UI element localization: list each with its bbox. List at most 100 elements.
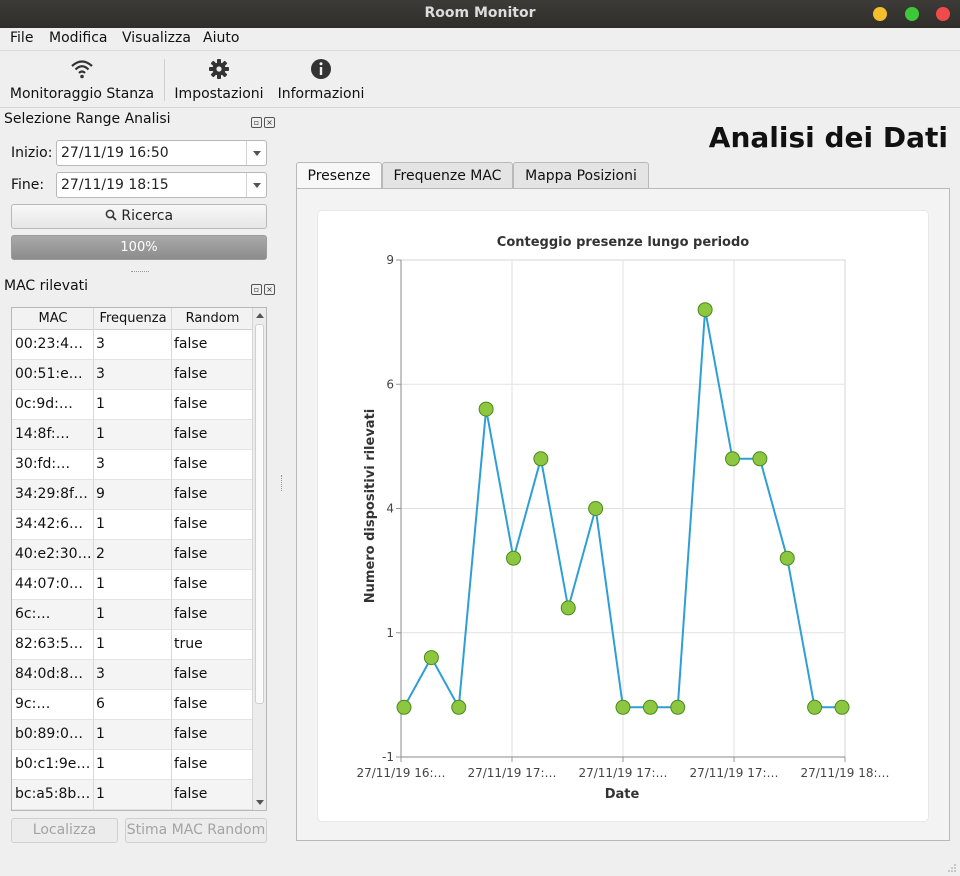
frequency-cell: 6 bbox=[96, 696, 105, 712]
table-row[interactable]: b0:c1:9e… 1 false bbox=[12, 750, 253, 780]
random-cell: false bbox=[174, 696, 208, 712]
random-cell: false bbox=[174, 456, 208, 472]
mac-cell: b0:89:0… bbox=[15, 726, 83, 742]
mac-cell: 14:8f:… bbox=[15, 426, 70, 442]
tab-frequenze-mac[interactable]: Frequenze MAC bbox=[382, 162, 513, 189]
search-label: Ricerca bbox=[121, 208, 174, 224]
table-row[interactable]: 14:8f:… 1 false bbox=[12, 420, 253, 450]
data-point bbox=[642, 699, 658, 715]
search-button[interactable]: Ricerca bbox=[11, 204, 267, 229]
float-panel-icon[interactable]: ▫ bbox=[251, 117, 262, 128]
x-tick-label: 27/11/19 17:… bbox=[578, 766, 667, 780]
menu-aiuto[interactable]: Aiuto bbox=[203, 30, 239, 46]
table-row[interactable]: 44:07:0… 1 false bbox=[12, 570, 253, 600]
table-row[interactable]: 00:51:e… 3 false bbox=[12, 360, 253, 390]
mac-cell: 30:fd:… bbox=[15, 456, 71, 472]
mac-panel-controls: ▫ × bbox=[251, 280, 277, 295]
close-panel-icon[interactable]: × bbox=[264, 284, 275, 295]
table-row[interactable]: 00:23:4… 3 false bbox=[12, 330, 253, 360]
table-row[interactable]: b0:89:0… 1 false bbox=[12, 720, 253, 750]
settings-button[interactable]: Impostazioni bbox=[172, 51, 266, 107]
table-row[interactable]: 82:63:5… 1 true bbox=[12, 630, 253, 660]
maximize-button[interactable] bbox=[905, 7, 919, 21]
mac-table: MAC Frequenza Random 00:23:4… 3 false 00:51… bbox=[11, 307, 267, 811]
mac-cell: 82:63:5… bbox=[15, 636, 83, 652]
window-title: Room Monitor bbox=[424, 5, 536, 21]
x-tick-label: 27/11/19 17:… bbox=[689, 766, 778, 780]
chevron-down-icon[interactable] bbox=[246, 173, 266, 197]
column-header-mac[interactable]: MAC bbox=[12, 311, 94, 326]
close-button[interactable] bbox=[936, 7, 950, 21]
data-point bbox=[506, 550, 521, 566]
table-row[interactable]: 84:0d:8… 3 false bbox=[12, 660, 253, 690]
start-datetime-field[interactable]: 27/11/19 16:50 bbox=[56, 140, 267, 166]
frequency-cell: 1 bbox=[96, 606, 105, 622]
table-row[interactable]: 34:42:6… 1 false bbox=[12, 510, 253, 540]
estimate-random-mac-button[interactable]: Stima MAC Random bbox=[125, 818, 267, 843]
mac-cell: 00:51:e… bbox=[15, 366, 83, 382]
random-cell: false bbox=[174, 786, 208, 802]
float-panel-icon[interactable]: ▫ bbox=[251, 284, 262, 295]
gear-icon bbox=[209, 59, 229, 79]
menu-visualizza[interactable]: Visualizza bbox=[122, 30, 191, 46]
random-cell: false bbox=[174, 396, 208, 412]
table-row[interactable]: 34:29:8f… 9 false bbox=[12, 480, 253, 510]
toolbar-separator bbox=[164, 59, 165, 101]
frequency-cell: 1 bbox=[96, 576, 105, 592]
data-point bbox=[697, 302, 713, 318]
mac-cell: 34:42:6… bbox=[15, 516, 83, 532]
scroll-down-icon[interactable] bbox=[256, 800, 264, 805]
column-header-frequency[interactable]: Frequenza bbox=[94, 311, 172, 326]
splitter-handle[interactable] bbox=[131, 271, 149, 274]
x-tick-label: 27/11/19 16:… bbox=[356, 766, 445, 780]
mac-cell: 0c:9d:… bbox=[15, 396, 73, 412]
start-datetime-value: 27/11/19 16:50 bbox=[61, 145, 169, 161]
start-label: Inizio: bbox=[11, 145, 53, 161]
y-tick-label: 6 bbox=[386, 377, 394, 391]
monitor-room-button[interactable]: Monitoraggio Stanza bbox=[6, 51, 158, 107]
mac-cell: bc:a5:8b… bbox=[15, 786, 91, 802]
close-panel-icon[interactable]: × bbox=[264, 117, 275, 128]
random-cell: false bbox=[174, 756, 208, 772]
column-header-random[interactable]: Random bbox=[172, 311, 253, 326]
frequency-cell: 3 bbox=[96, 456, 105, 472]
wifi-icon bbox=[71, 60, 93, 79]
search-icon bbox=[105, 209, 117, 221]
table-row[interactable]: bc:a5:8b… 1 false bbox=[12, 780, 253, 810]
info-button[interactable]: Informazioni bbox=[274, 51, 368, 107]
end-datetime-value: 27/11/19 18:15 bbox=[61, 177, 169, 193]
table-row[interactable]: 0c:9d:… 1 false bbox=[12, 390, 253, 420]
table-row[interactable]: 9c:… 6 false bbox=[12, 690, 253, 720]
menu-file[interactable]: File bbox=[10, 30, 33, 46]
scroll-up-icon[interactable] bbox=[256, 313, 264, 318]
minimize-button[interactable] bbox=[873, 7, 887, 21]
table-row[interactable]: 30:fd:… 3 false bbox=[12, 450, 253, 480]
monitor-room-label: Monitoraggio Stanza bbox=[9, 86, 155, 102]
tab-mappa-posizioni[interactable]: Mappa Posizioni bbox=[513, 162, 649, 189]
presence-line-chart: Conteggio presenze lungo periodo Date Nu… bbox=[356, 235, 889, 802]
chart-title: Conteggio presenze lungo periodo bbox=[497, 235, 749, 250]
frequency-cell: 3 bbox=[96, 666, 105, 682]
column-divider bbox=[93, 308, 94, 810]
splitter-handle[interactable] bbox=[281, 475, 283, 491]
table-row[interactable]: 6c:… 1 false bbox=[12, 600, 253, 630]
random-cell: false bbox=[174, 336, 208, 352]
mac-cell: 6c:… bbox=[15, 606, 51, 622]
resize-grip-icon[interactable] bbox=[947, 863, 957, 873]
menu-bar: File Modifica Visualizza Aiuto bbox=[0, 28, 960, 50]
y-tick-label: 4 bbox=[386, 502, 394, 516]
settings-label: Impostazioni bbox=[174, 86, 264, 102]
end-datetime-field[interactable]: 27/11/19 18:15 bbox=[56, 172, 267, 198]
chevron-down-icon[interactable] bbox=[246, 141, 266, 165]
table-row[interactable]: 40:e2:30… 2 false bbox=[12, 540, 253, 570]
menu-modifica[interactable]: Modifica bbox=[49, 30, 108, 46]
localize-button[interactable]: Localizza bbox=[11, 818, 118, 843]
scrollbar-thumb[interactable] bbox=[255, 324, 264, 704]
mac-table-body: 00:23:4… 3 false 00:51:e… 3 false 0c:9d:… 1 fals… bbox=[12, 330, 253, 810]
data-point bbox=[396, 699, 412, 715]
mac-cell: 9c:… bbox=[15, 696, 51, 712]
tab-presenze[interactable]: Presenze bbox=[296, 162, 382, 190]
data-point bbox=[779, 550, 795, 566]
random-cell: false bbox=[174, 426, 208, 442]
table-scrollbar[interactable] bbox=[252, 308, 266, 810]
